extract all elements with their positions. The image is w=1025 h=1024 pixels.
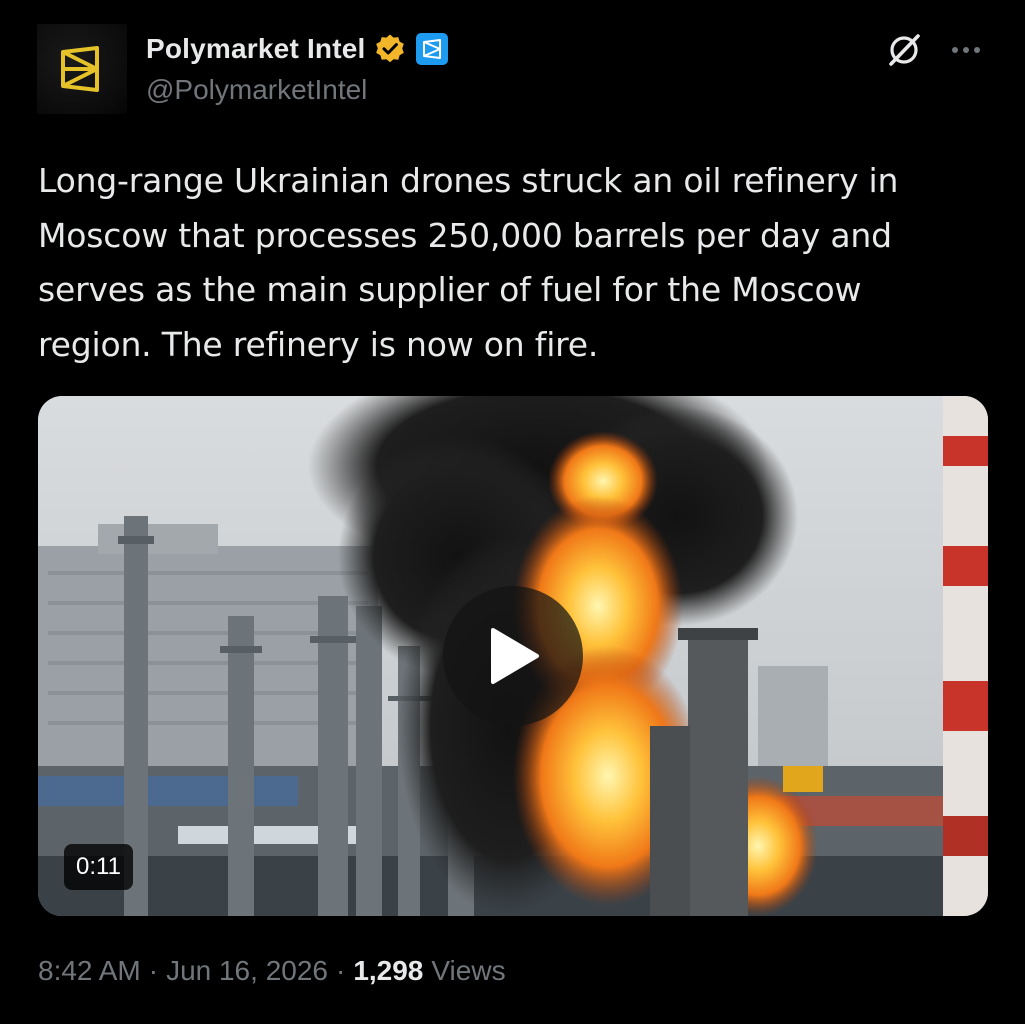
separator: · <box>148 955 159 986</box>
tweet-card: Polymarket Intel @PolymarketIntel Long-r… <box>0 0 1025 1024</box>
tweet-text: Long-range Ukrainian drones struck an oi… <box>38 161 899 364</box>
polymarket-logo-icon <box>61 46 99 92</box>
author-name-row: Polymarket Intel <box>146 30 448 68</box>
video-player[interactable]: 0:11 <box>38 396 988 916</box>
verified-badge-icon[interactable] <box>374 33 406 65</box>
author-display-name[interactable]: Polymarket Intel <box>146 33 366 65</box>
separator: · <box>335 955 346 986</box>
dot <box>952 47 958 53</box>
author-avatar[interactable] <box>37 24 127 114</box>
video-duration-badge: 0:11 <box>64 844 133 890</box>
affiliate-badge-icon[interactable] <box>415 33 448 65</box>
views-count[interactable]: 1,298 <box>353 955 423 987</box>
tweet-date[interactable]: Jun 16, 2026 <box>166 955 328 987</box>
grok-icon[interactable] <box>884 30 924 70</box>
more-options-icon[interactable] <box>944 30 988 70</box>
play-icon <box>491 628 539 684</box>
tweet-metadata: 8:42 AM · Jun 16, 2026 · 1,298 Views <box>38 955 506 987</box>
dot <box>963 47 969 53</box>
dot <box>974 47 980 53</box>
play-button[interactable] <box>443 586 583 726</box>
tweet-time[interactable]: 8:42 AM <box>38 955 141 987</box>
views-label[interactable]: Views <box>431 955 505 987</box>
author-handle[interactable]: @PolymarketIntel <box>146 74 367 106</box>
